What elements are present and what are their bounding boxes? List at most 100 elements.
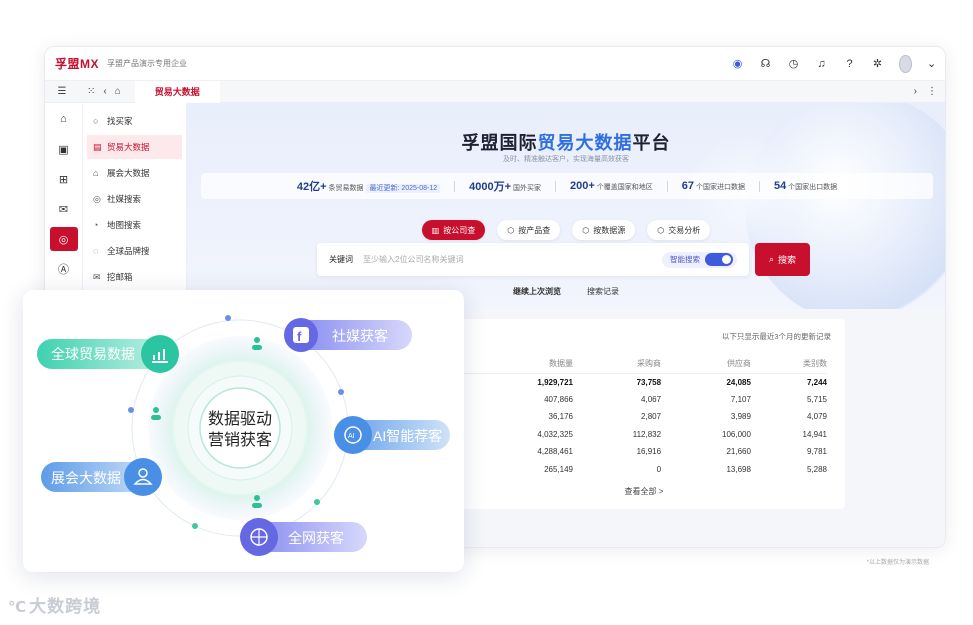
column-header: 供应商 [661,355,751,374]
table-row[interactable]: 1,929,721 73,758 24,085 7,244 [463,373,827,391]
page-title: 孚盟国际贸易大数据平台 [461,133,671,153]
exhibition-icon: ⌂ [93,168,99,178]
watermark: ℃ 大数跨境 [8,597,102,616]
feature-diagram: f 社媒获客 全球贸易数据 AI AI智能荐客 展会大数据 全网获客 数据驱动 … [37,315,450,556]
center-label-line1: 数据驱动 [208,410,272,428]
keyword-label: 关键词 [329,255,353,264]
home-icon[interactable]: ⌂ [50,107,78,131]
building-icon: ▥ [431,225,440,235]
company-name: 孚盟产品演示专用企业 [107,59,188,68]
view-all-link[interactable]: 查看全部 > [443,486,845,497]
table-row[interactable]: 4,032,325 112,832 106,000 14,941 [463,426,827,444]
social-icon: ◎ [93,193,101,204]
map-icon: ◔ [93,220,99,230]
node-exhibition-label: 展会大数据 [51,470,121,486]
back-icon[interactable]: ‹ [103,86,106,97]
smart-search-toggle[interactable]: 智能搜索 [662,251,737,268]
svg-text:f: f [297,329,302,344]
tab-by-source[interactable]: ⬡ 按数据源 [572,220,636,240]
card-note: 以下只显示最近3个月的更新记录 [721,332,831,341]
hero-section: 孚盟国际贸易大数据平台 及时、精准触达客户，实现海量高效获客 42亿+ 条贸易数… [187,103,945,309]
search-icon: ⌕ [768,254,775,264]
data-table: 数据量 采购商 供应商 类别数 1,929,721 73,758 24,085 7,2… [463,355,827,478]
sidebar-item-map[interactable]: ◔ 地图搜索 [87,213,182,237]
node-ai-label: AI智能荐客 [373,428,442,444]
chevron-right-icon[interactable]: › [914,86,917,97]
page-subtitle: 及时、精准触达客户，实现海量高效获客 [503,156,629,163]
search-box: 关键词 至少输入2位公司名称关键词 智能搜索 [317,243,749,276]
mail-icon: ✉ [93,271,101,282]
search-history-link[interactable]: 搜索记录 [587,286,619,297]
tab-by-product[interactable]: ⬡ 按产品查 [497,220,561,240]
home-icon[interactable]: ⌂ [115,86,121,97]
stat-countries: 200+ 个覆盖国家和地区 [570,180,653,192]
mail-icon[interactable]: ✉ [50,197,78,221]
top-actions: ◉ ☊ ◷ ♫ ? ✲ ⌄ [731,54,936,73]
node-trade-label: 全球贸易数据 [51,346,135,362]
sidebar-item-label: 全球品牌搜 [107,246,150,256]
table-row[interactable]: 4,288,461 16,916 21,660 9,781 [463,443,827,461]
menu-toggle-icon[interactable]: ☰ [45,86,79,97]
search-button[interactable]: ⌕ 搜索 [755,243,810,276]
data-doc-icon: ▤ [93,141,102,152]
data-card: 据 以下只显示最近3个月的更新记录 数据量 采购商 供应商 类别数 1,929,… [443,319,845,509]
node-web-label: 全网获客 [288,530,344,546]
contact-icon[interactable]: ▣ [50,137,78,161]
sidebar-item-exhibition[interactable]: ⌂ 展会大数据 [87,161,182,185]
stats-bar: 42亿+ 条贸易数据 最近更新: 2025-08-12 4000万+ 国外买家 2… [201,173,933,199]
tab-by-company[interactable]: ▥ 按公司查 [421,220,486,240]
sidebar-item-label: 挖邮箱 [107,272,133,282]
box-icon: ⬡ [507,225,515,235]
top-bar: 孚盟MX 孚盟产品演示专用企业 ◉ ☊ ◷ ♫ ? ✲ ⌄ [45,47,945,81]
node-social-label: 社媒获客 [332,328,388,344]
org-icon[interactable]: ⊞ [50,167,78,191]
chevron-down-icon[interactable]: ⌄ [927,57,936,70]
footnote: *以上数据仅为演示数据 [866,560,929,566]
sidebar-item-label: 社媒搜索 [107,194,142,204]
sidebar-item-brand[interactable]: ◌ 全球品牌搜 [87,239,182,263]
sidebar-item-email[interactable]: ✉ 挖邮箱 [87,265,182,289]
svg-text:AI: AI [348,433,355,440]
gear-icon[interactable]: ✲ [871,57,884,70]
table-row[interactable]: 407,866 4,067 7,107 5,715 [463,391,827,409]
box-icon: ⬡ [582,225,590,235]
compass-icon[interactable]: ◎ [49,227,78,251]
stat-export: 54 个国家出口数据 [773,180,838,192]
more-icon[interactable]: ⋮ [927,86,937,97]
grid-icon[interactable]: ⁙ [87,86,95,97]
a-circle-icon[interactable]: Ⓐ [50,257,78,281]
column-header: 数据量 [463,355,573,374]
search-mode-tabs: ▥ 按公司查 ⬡ 按产品查 ⬡ 按数据源 ⬡ 交易分析 [187,220,945,240]
sidebar-item-social[interactable]: ◎ 社媒搜索 [87,187,182,211]
help-icon[interactable]: ? [843,58,856,70]
continue-browsing-link[interactable]: 继续上次浏览 [513,286,561,297]
sidebar-item-label: 地图搜索 [107,220,142,230]
sidebar-item-label: 找买家 [107,116,133,126]
sidebar-item-trade-data[interactable]: ▤ 贸易大数据 [87,135,182,159]
center-label-line2: 营销获客 [208,431,272,449]
headset-icon[interactable]: ☊ [759,57,772,70]
stat-trade-records: 42亿+ 条贸易数据 最近更新: 2025-08-12 [297,178,441,194]
toggle-switch[interactable] [705,253,733,266]
sidebar-item-label: 展会大数据 [107,168,150,178]
tab-trade-analysis[interactable]: ⬡ 交易分析 [647,220,711,240]
brand-icon: ◌ [93,246,99,256]
bell-icon[interactable]: ♫ [815,58,828,70]
stat-import: 67 个国家进口数据 [681,180,745,192]
circle-search-icon: ○ [93,116,99,126]
avatar[interactable] [899,54,912,73]
history-icon[interactable]: ◷ [787,57,800,70]
table-row[interactable]: 36,176 2,807 3,989 4,079 [463,408,827,426]
tab-bar: ☰ ⁙ ‹ ⌂ 贸易大数据 › ⋮ [45,80,945,103]
stat-buyers: 4000万+ 国外买家 [469,181,542,193]
column-header: 类别数 [750,355,827,374]
search-input[interactable]: 至少输入2位公司名称关键词 [363,254,662,265]
watermark-logo-icon: ℃ [8,599,28,616]
tab-trade-data[interactable]: 贸易大数据 [134,80,220,103]
sidebar-item-find-buyer[interactable]: ○ 找买家 [87,109,182,133]
brand-logo[interactable]: 孚盟MX [55,55,99,72]
box-icon: ⬡ [657,225,665,235]
message-icon[interactable]: ◉ [731,57,744,70]
feature-diagram-card: f 社媒获客 全球贸易数据 AI AI智能荐客 展会大数据 全网获客 数据驱动 … [23,290,464,572]
table-row[interactable]: 265,149 0 13,698 5,288 [463,461,827,479]
